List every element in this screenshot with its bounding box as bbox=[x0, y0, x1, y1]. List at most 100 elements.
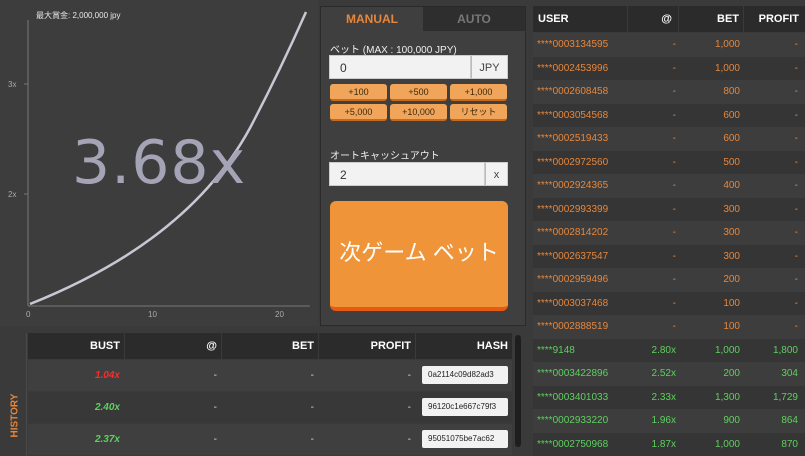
y-tick-3x: 3x bbox=[8, 80, 17, 89]
x-tick-20: 20 bbox=[275, 310, 284, 319]
player-at: - bbox=[672, 250, 676, 262]
bet-amount-label: ベット (MAX : 100,000 JPY) bbox=[330, 45, 457, 56]
player-user: ****0002750968 bbox=[537, 438, 609, 450]
player-profit: 1,800 bbox=[772, 344, 798, 356]
cashout-unit: x bbox=[485, 162, 508, 186]
auto-cashout-input[interactable]: 2 bbox=[329, 162, 485, 186]
player-user: ****9148 bbox=[537, 344, 575, 356]
history-row: 2.40x - - -96120c1e667c79f3 bbox=[28, 392, 512, 423]
player-at: 2.33x bbox=[651, 391, 676, 403]
player-bet: 600 bbox=[723, 133, 740, 144]
player-row: ****9148 2.80x 1,000 1,800 bbox=[533, 338, 805, 362]
player-row: ****0002814202 - 300 - bbox=[533, 221, 805, 245]
player-user: ****0003134595 bbox=[537, 39, 609, 50]
next-game-bet-button[interactable]: 次ゲーム ベット bbox=[330, 201, 508, 311]
player-at: - bbox=[672, 274, 676, 285]
player-at: 1.96x bbox=[651, 415, 676, 426]
player-row: ****0002888519 - 100 - bbox=[533, 315, 805, 339]
history-bust: 1.04x bbox=[94, 370, 120, 381]
player-row: ****0002608458 - 800 - bbox=[533, 80, 805, 104]
player-profit: - bbox=[794, 133, 798, 144]
player-at: - bbox=[672, 297, 676, 309]
auto-cashout-label: オートキャッシュアウト bbox=[330, 151, 440, 162]
player-bet: 1,000 bbox=[714, 438, 740, 450]
player-user: ****0002888519 bbox=[537, 321, 609, 332]
history-bet: - bbox=[310, 402, 314, 413]
history-row: 2.37x - - -95051075be7ac62 bbox=[28, 424, 512, 455]
col-header-at: @ bbox=[628, 6, 678, 32]
tab-auto[interactable]: AUTO bbox=[423, 7, 525, 31]
player-row: ****0002933220 1.96x 900 864 bbox=[533, 409, 805, 433]
player-bet: 1,000 bbox=[714, 62, 740, 74]
player-bet: 100 bbox=[723, 297, 740, 309]
player-at: - bbox=[672, 62, 676, 74]
bet-unit: JPY bbox=[471, 55, 508, 79]
player-at: - bbox=[672, 227, 676, 238]
history-bust: 2.40x bbox=[94, 402, 120, 413]
player-profit: - bbox=[794, 62, 798, 74]
player-user: ****0003422896 bbox=[537, 368, 609, 379]
player-row: ****0003134595 - 1,000 - bbox=[533, 33, 805, 57]
col-header-user: USER bbox=[533, 6, 627, 32]
add-100-button[interactable]: +100 bbox=[330, 84, 387, 101]
history-hash-link[interactable]: 95051075be7ac62 bbox=[422, 430, 508, 448]
x-tick-0: 0 bbox=[26, 310, 31, 319]
player-profit: - bbox=[794, 203, 798, 215]
player-row: ****0002993399 - 300 - bbox=[533, 197, 805, 221]
player-profit: - bbox=[794, 274, 798, 285]
player-row: ****0002924365 - 400 - bbox=[533, 174, 805, 198]
bet-amount-input[interactable]: 0 bbox=[329, 55, 471, 79]
x-tick-10: 10 bbox=[148, 310, 157, 319]
players-table: USER @ BET PROFIT ****0003134595-1,000- *… bbox=[533, 0, 805, 456]
player-bet: 600 bbox=[723, 109, 740, 121]
player-at: - bbox=[672, 321, 676, 332]
history-scrollbar[interactable] bbox=[515, 335, 521, 447]
player-row: ****0002637547 - 300 - bbox=[533, 244, 805, 268]
history-hash-link[interactable]: 96120c1e667c79f3 bbox=[422, 398, 508, 416]
history-hash-link[interactable]: 0a2114c09d82ad3 bbox=[422, 366, 508, 384]
player-profit: 1,729 bbox=[772, 391, 798, 403]
player-rows: ****0003134595 - 1,000 - ****0002453996 - 1,00… bbox=[533, 33, 805, 456]
history-header-hash: HASH bbox=[416, 333, 512, 359]
player-bet: 100 bbox=[723, 321, 740, 332]
player-bet: 500 bbox=[723, 156, 740, 168]
player-profit: - bbox=[794, 156, 798, 168]
player-at: - bbox=[672, 180, 676, 191]
add-500-button[interactable]: +500 bbox=[390, 84, 447, 101]
history-panel: HISTORY BUST @ BET PROFIT HASH 1.04x - - -0… bbox=[0, 333, 524, 456]
player-bet: 1,000 bbox=[714, 344, 740, 356]
player-row: ****0002453996 - 1,000 - bbox=[533, 56, 805, 80]
player-profit: 870 bbox=[781, 438, 798, 450]
history-side-tab[interactable]: HISTORY bbox=[4, 333, 27, 456]
reset-button[interactable]: リセット bbox=[450, 104, 507, 121]
player-user: ****0002959496 bbox=[537, 274, 609, 285]
player-row: ****0003401033 2.33x 1,300 1,729 bbox=[533, 385, 805, 409]
crash-graph: 最大賞金: 2,000,000 jpy 3x 2x 0 10 20 3.68x bbox=[0, 0, 318, 326]
player-user: ****0002993399 bbox=[537, 203, 609, 215]
col-header-profit: PROFIT bbox=[744, 6, 805, 32]
player-profit: - bbox=[794, 250, 798, 262]
tab-manual[interactable]: MANUAL bbox=[321, 7, 423, 33]
history-profit: - bbox=[407, 434, 411, 445]
history-at: - bbox=[213, 370, 217, 381]
add-1000-button[interactable]: +1,000 bbox=[450, 84, 507, 101]
player-bet: 400 bbox=[723, 180, 740, 191]
history-rows: 1.04x - - -0a2114c09d82ad3 2.40x - - -96120c1e6… bbox=[28, 360, 512, 456]
history-header-at: @ bbox=[125, 333, 221, 359]
player-at: - bbox=[672, 39, 676, 50]
player-profit: - bbox=[794, 321, 798, 332]
player-profit: - bbox=[794, 86, 798, 97]
player-profit: 304 bbox=[781, 368, 798, 379]
player-profit: 864 bbox=[781, 415, 798, 426]
player-user: ****0002519433 bbox=[537, 133, 609, 144]
player-row: ****0002972560 - 500 - bbox=[533, 150, 805, 174]
player-at: 2.80x bbox=[651, 344, 676, 356]
player-profit: - bbox=[794, 227, 798, 238]
player-row: ****0002519433 - 600 - bbox=[533, 127, 805, 151]
player-profit: - bbox=[794, 297, 798, 309]
player-user: ****0003054568 bbox=[537, 109, 609, 121]
player-bet: 800 bbox=[723, 86, 740, 97]
add-10000-button[interactable]: +10,000 bbox=[390, 104, 447, 121]
player-at: - bbox=[672, 156, 676, 168]
add-5000-button[interactable]: +5,000 bbox=[330, 104, 387, 121]
